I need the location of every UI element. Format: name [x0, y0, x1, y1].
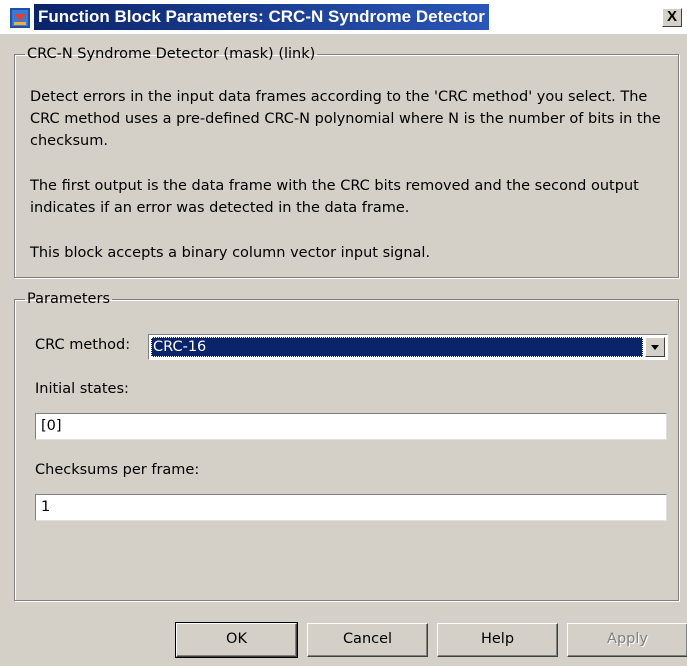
- simulink-block-icon: [10, 8, 30, 28]
- initial-states-label: Initial states:: [35, 381, 129, 397]
- cancel-button[interactable]: Cancel: [307, 623, 428, 657]
- description-paragraph-2: The first output is the data frame with …: [30, 178, 639, 216]
- crc-method-label: CRC method:: [35, 337, 131, 353]
- close-button[interactable]: X: [662, 8, 682, 27]
- window-title: Function Block Parameters: CRC-N Syndrom…: [34, 4, 489, 30]
- checksums-per-frame-label: Checksums per frame:: [35, 462, 200, 478]
- dialog-window: Function Block Parameters: CRC-N Syndrom…: [0, 0, 687, 666]
- description-legend: CRC-N Syndrome Detector (mask) (link): [27, 46, 316, 62]
- ok-button[interactable]: OK: [175, 622, 298, 658]
- checksums-per-frame-input[interactable]: 1: [35, 494, 667, 521]
- chevron-down-icon[interactable]: [645, 337, 665, 357]
- description-paragraph-1: Detect errors in the input data frames a…: [30, 89, 661, 149]
- initial-states-input[interactable]: [0]: [35, 413, 667, 440]
- title-bar[interactable]: Function Block Parameters: CRC-N Syndrom…: [0, 0, 687, 34]
- apply-button[interactable]: Apply: [567, 623, 687, 657]
- help-button[interactable]: Help: [437, 623, 558, 657]
- crc-method-value: CRC-16: [151, 337, 643, 357]
- parameters-legend: Parameters: [27, 291, 110, 307]
- description-paragraph-3: This block accepts a binary column vecto…: [30, 245, 431, 261]
- crc-method-select[interactable]: CRC-16: [148, 334, 668, 360]
